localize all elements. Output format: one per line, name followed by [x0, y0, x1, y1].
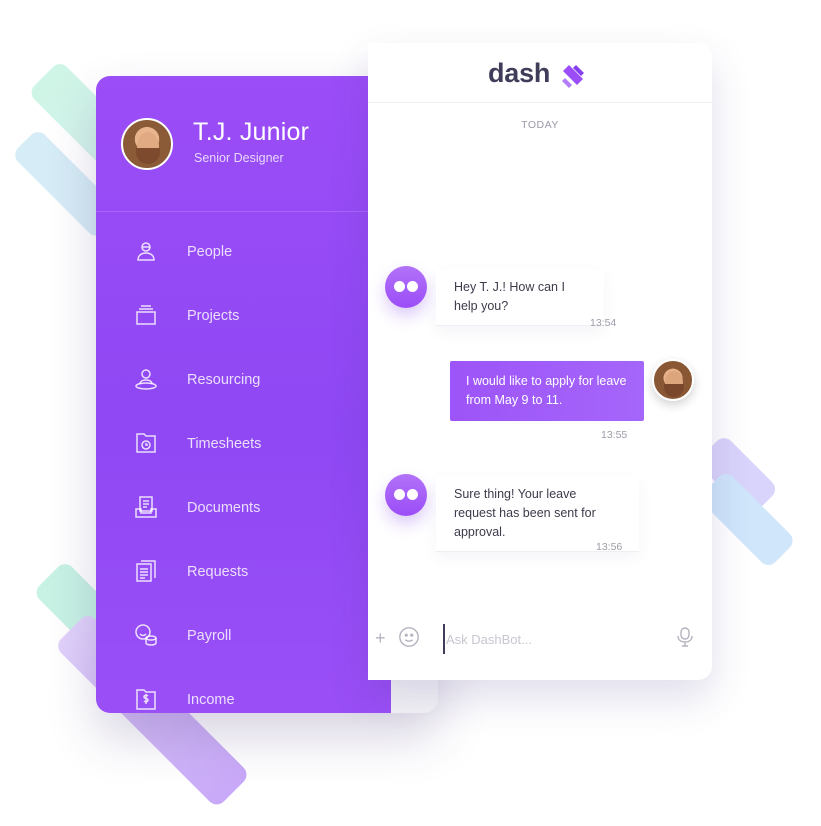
profile-header: T.J. Junior Senior Designer — [96, 76, 391, 212]
requests-icon — [134, 559, 158, 583]
bot-avatar — [385, 474, 427, 516]
message-bubble: Hey T. J.! How can I help you? — [436, 269, 604, 326]
sidebar-item-label: Income — [187, 692, 235, 708]
sidebar: T.J. Junior Senior Designer People Proje… — [96, 76, 391, 713]
payroll-icon — [134, 623, 158, 647]
sidebar-item-label: Documents — [187, 500, 261, 516]
microphone-icon[interactable] — [675, 626, 695, 648]
timesheets-icon — [134, 431, 158, 455]
user-avatar — [652, 359, 694, 401]
message-timestamp: 13:54 — [590, 317, 617, 329]
message-input[interactable] — [446, 627, 666, 651]
sidebar-item-income[interactable]: Income — [96, 669, 391, 713]
message-timestamp: 13:56 — [596, 541, 623, 553]
sidebar-item-label: People — [187, 244, 233, 260]
income-icon — [134, 687, 158, 711]
sidebar-item-label: Resourcing — [187, 372, 261, 388]
plus-icon[interactable]: + — [375, 629, 386, 647]
sidebar-item-timesheets[interactable]: Timesheets — [96, 413, 391, 477]
chat-panel: dash TODAY Hey T. J.! How can I help you… — [368, 43, 712, 680]
sidebar-item-requests[interactable]: Requests — [96, 541, 391, 605]
avatar[interactable] — [121, 118, 173, 170]
sidebar-item-label: Payroll — [187, 628, 232, 644]
dash-logo-icon — [562, 65, 584, 88]
sidebar-item-people[interactable]: People — [96, 221, 391, 285]
text-cursor — [443, 624, 445, 654]
sidebar-item-resourcing[interactable]: Resourcing — [96, 349, 391, 413]
message-bubble: I would like to apply for leave from May… — [450, 361, 644, 421]
message-timestamp: 13:55 — [601, 429, 628, 441]
sidebar-item-label: Projects — [187, 308, 240, 324]
sidebar-item-documents[interactable]: Documents — [96, 477, 391, 541]
bot-avatar — [385, 266, 427, 308]
profile-name: T.J. Junior — [193, 118, 310, 146]
documents-icon — [134, 495, 158, 519]
projects-icon — [134, 303, 158, 327]
profile-role: Senior Designer — [194, 151, 284, 165]
people-icon — [134, 239, 158, 263]
app-logo-text: dash — [488, 58, 551, 88]
chat-header: dash — [368, 43, 712, 103]
sidebar-item-payroll[interactable]: Payroll — [96, 605, 391, 669]
sidebar-item-projects[interactable]: Projects — [96, 285, 391, 349]
resourcing-icon — [134, 367, 158, 391]
sidebar-item-label: Timesheets — [187, 436, 262, 452]
sidebar-item-label: Requests — [187, 564, 249, 580]
sidebar-nav: People Projects Resourcing Timesheets Do… — [96, 221, 391, 713]
chat-composer: + — [368, 619, 712, 659]
day-separator: TODAY — [521, 119, 559, 131]
emoji-icon[interactable] — [398, 626, 420, 648]
